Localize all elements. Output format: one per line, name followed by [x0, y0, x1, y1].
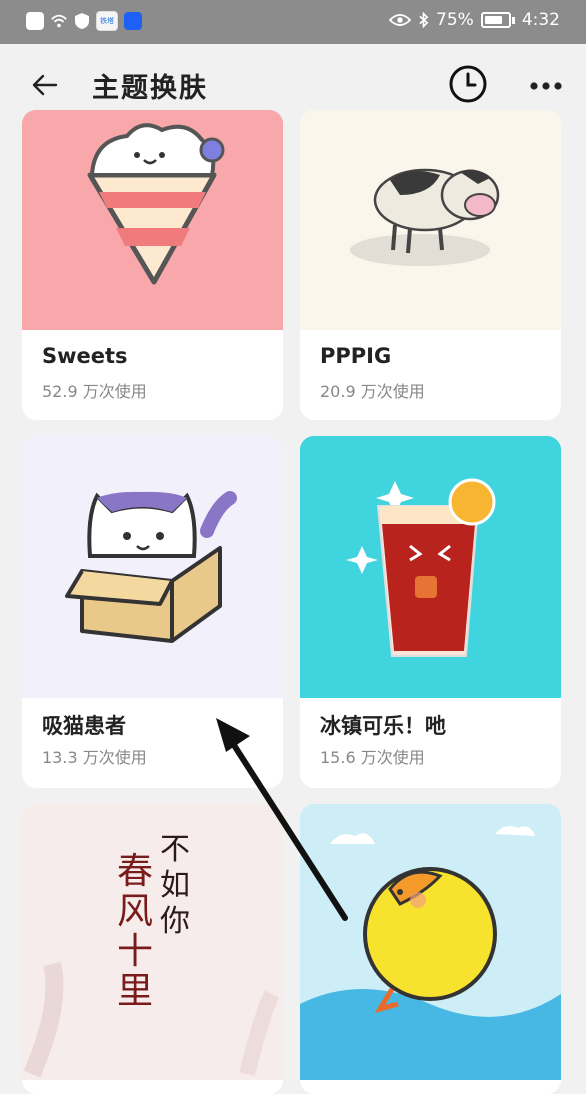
status-bar: 铁塔 75% 4:32 — [0, 0, 586, 44]
app-notification-icon — [124, 12, 142, 30]
page-title: 主题换肤 — [92, 73, 208, 104]
pig-illustration — [300, 110, 561, 330]
theme-card-cat[interactable]: 吸猫患者 13.3 万次使用 — [22, 436, 283, 788]
theme-usage: 20.9 万次使用 — [320, 382, 425, 401]
theme-card-sweets[interactable]: Sweets 52.9 万次使用 — [22, 110, 283, 420]
theme-usage: 52.9 万次使用 — [42, 382, 147, 401]
theme-card-cola[interactable]: 冰镇可乐！吔 15.6 万次使用 — [300, 436, 561, 788]
theme-card-chick[interactable] — [300, 804, 561, 1094]
battery-percent: 75% — [436, 10, 474, 30]
bluetooth-icon — [419, 11, 429, 29]
theme-card-pppig[interactable]: PPPIG 20.9 万次使用 — [300, 110, 561, 420]
theme-card-calligraphy[interactable]: 春风十里 不如你 — [22, 804, 283, 1094]
cat-in-box-illustration — [22, 436, 283, 698]
more-options-icon[interactable] — [528, 80, 564, 92]
battery-tip — [511, 16, 515, 24]
app-badge-text: 铁塔 — [100, 17, 114, 25]
theme-name: 吸猫患者 — [42, 714, 126, 738]
clock: 4:32 — [521, 10, 560, 30]
back-arrow-icon[interactable] — [30, 70, 60, 100]
calligraphy-text-left: 春风十里 — [117, 851, 154, 1012]
sweets-crepe-illustration — [22, 110, 283, 330]
eye-icon — [389, 14, 412, 26]
app-badge-icon: 铁塔 — [96, 11, 118, 31]
theme-usage: 15.6 万次使用 — [320, 748, 425, 767]
iced-cola-illustration — [300, 436, 561, 698]
shield-icon — [75, 13, 89, 29]
yellow-chick-illustration — [300, 804, 561, 1080]
status-icons-left: 铁塔 — [26, 11, 142, 31]
theme-name: 冰镇可乐！吔 — [320, 714, 446, 738]
theme-name: Sweets — [42, 344, 128, 368]
history-clock-icon[interactable] — [448, 64, 488, 104]
calligraphy-text-right: 不如你 — [160, 832, 190, 939]
notification-icon — [26, 12, 44, 30]
battery-icon — [480, 12, 511, 28]
status-icons-right: 75% 4:32 — [389, 10, 560, 30]
wifi-icon — [51, 14, 67, 28]
theme-name: PPPIG — [320, 344, 392, 368]
theme-usage: 13.3 万次使用 — [42, 748, 147, 767]
